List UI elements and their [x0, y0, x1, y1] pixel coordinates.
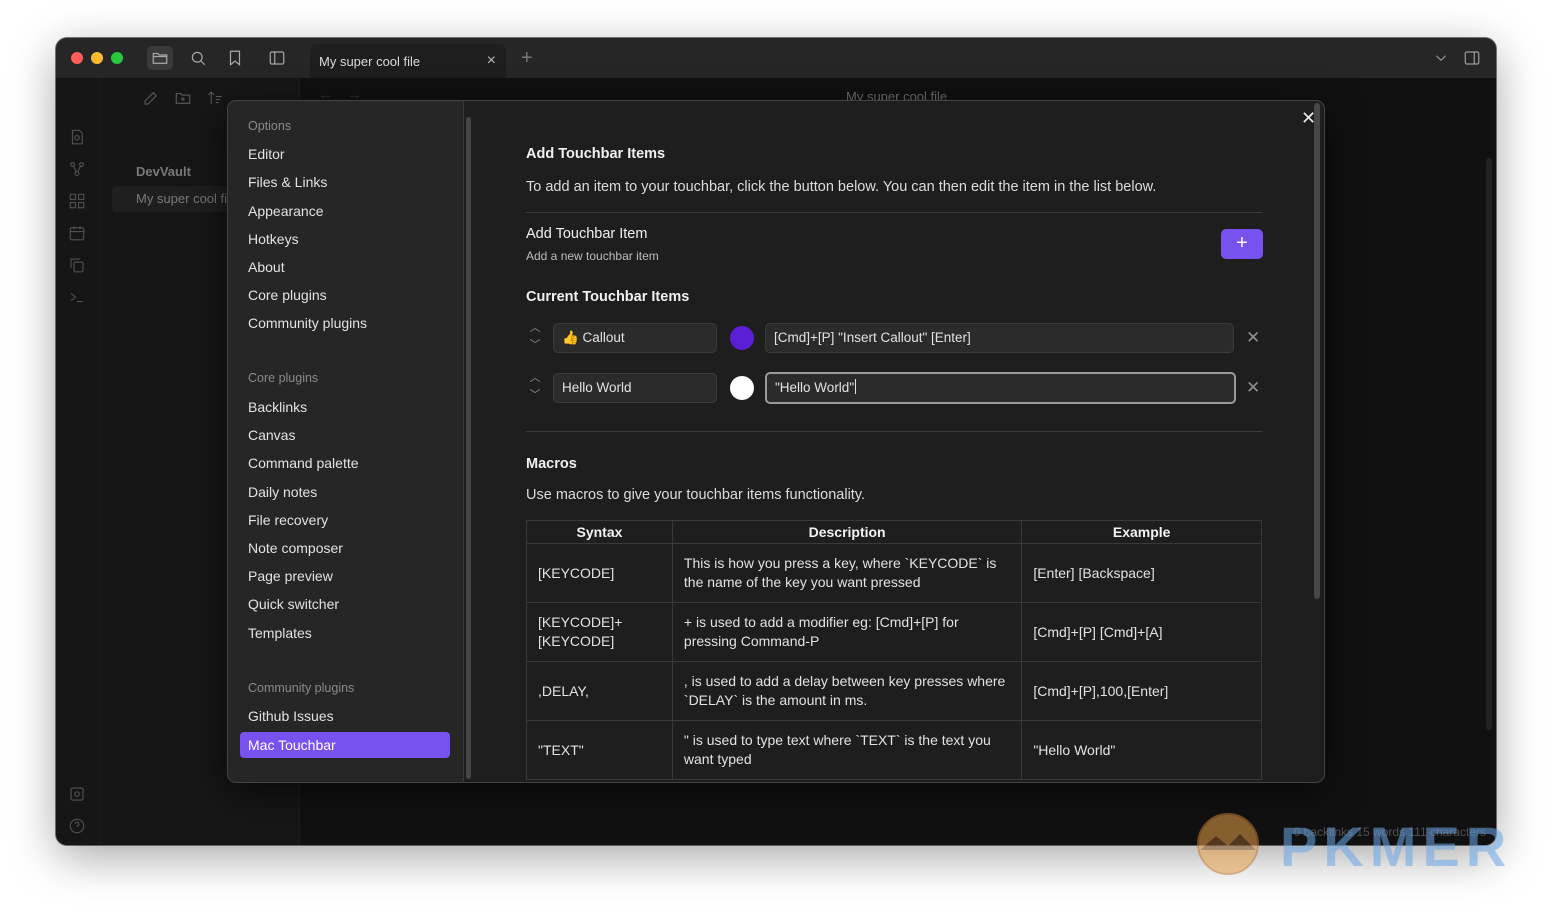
move-up-icon[interactable]: ︿: [528, 370, 542, 387]
syntax-cell: "TEXT": [526, 720, 673, 780]
macros-description: Use macros to give your touchbar items f…: [526, 487, 866, 503]
description-cell: " is used to type text where `TEXT` is t…: [671, 720, 1023, 780]
nav-note-composer[interactable]: Note composer: [240, 535, 450, 561]
close-tab-icon[interactable]: ×: [487, 52, 496, 70]
syntax-cell: [KEYCODE]: [526, 543, 673, 603]
nav-backlinks[interactable]: Backlinks: [240, 394, 450, 420]
community-plugins-section-header: Community plugins: [248, 681, 355, 695]
table-row: [KEYCODE]+[KEYCODE] + is used to add a m…: [526, 602, 1262, 662]
delete-item-icon[interactable]: ✕: [1246, 378, 1260, 398]
right-sidebar-toggle-icon[interactable]: [1463, 49, 1481, 72]
example-cell: [Enter] [Backspace]: [1021, 543, 1262, 603]
settings-modal: Options Editor Files & Links Appearance …: [227, 100, 1325, 783]
add-touchbar-item-button[interactable]: +: [1221, 229, 1263, 259]
item-reorder-arrows: ︿ ﹀: [528, 320, 542, 354]
folder-icon[interactable]: [147, 46, 173, 70]
text-caret: [855, 379, 857, 394]
column-header: Example: [1021, 520, 1262, 544]
nav-page-preview[interactable]: Page preview: [240, 563, 450, 589]
core-plugins-section-header: Core plugins: [248, 371, 319, 385]
description-cell: , is used to add a delay between key pre…: [671, 661, 1023, 721]
current-items-heading: Current Touchbar Items: [526, 289, 690, 305]
add-item-setting-desc: Add a new touchbar item: [526, 249, 659, 263]
new-tab-icon[interactable]: +: [521, 47, 533, 70]
title-bar: My super cool file × +: [56, 38, 1496, 78]
table-row: ,DELAY, , is used to add a delay between…: [526, 661, 1262, 721]
watermark-text: PKMER: [1280, 815, 1513, 878]
add-items-description: To add an item to your touchbar, click t…: [526, 179, 1157, 195]
item-color-picker[interactable]: [730, 326, 754, 350]
zoom-window-button[interactable]: [111, 52, 123, 64]
macros-heading: Macros: [526, 456, 577, 472]
syntax-cell: ,DELAY,: [526, 661, 673, 721]
nav-canvas[interactable]: Canvas: [240, 422, 450, 448]
nav-core-plugins[interactable]: Core plugins: [240, 282, 450, 308]
nav-daily-notes[interactable]: Daily notes: [240, 479, 450, 505]
item-label-input[interactable]: Hello World: [553, 373, 717, 403]
table-header-row: Syntax Description Example: [526, 520, 1262, 544]
nav-command-palette[interactable]: Command palette: [240, 450, 450, 476]
add-items-heading: Add Touchbar Items: [526, 146, 666, 162]
pkmer-logo-icon: [1197, 813, 1259, 875]
item-macro-input[interactable]: [Cmd]+[P] "Insert Callout" [Enter]: [765, 323, 1234, 353]
minimize-window-button[interactable]: [91, 52, 103, 64]
item-label-input[interactable]: 👍 Callout: [553, 323, 717, 353]
description-cell: This is how you press a key, where `KEYC…: [671, 543, 1023, 603]
table-row: "TEXT" " is used to type text where `TEX…: [526, 720, 1262, 780]
example-cell: [Cmd]+[P] [Cmd]+[A]: [1021, 602, 1262, 662]
table-row: [KEYCODE] This is how you press a key, w…: [526, 543, 1262, 603]
nav-templates[interactable]: Templates: [240, 620, 450, 646]
example-cell: [Cmd]+[P],100,[Enter]: [1021, 661, 1262, 721]
nav-about[interactable]: About: [240, 254, 450, 280]
move-down-icon[interactable]: ﹀: [528, 337, 542, 354]
pkmer-watermark: PKMER: [1188, 800, 1528, 885]
column-header: Syntax: [526, 520, 673, 544]
item-color-picker[interactable]: [730, 376, 754, 400]
nav-hotkeys[interactable]: Hotkeys: [240, 226, 450, 252]
nav-files-links[interactable]: Files & Links: [240, 169, 450, 195]
bookmark-icon[interactable]: [222, 46, 248, 70]
example-cell: "Hello World": [1021, 720, 1262, 780]
search-icon[interactable]: [185, 46, 211, 70]
move-up-icon[interactable]: ︿: [528, 320, 542, 337]
nav-appearance[interactable]: Appearance: [240, 198, 450, 224]
add-item-setting-name: Add Touchbar Item: [526, 226, 648, 242]
nav-editor[interactable]: Editor: [240, 141, 450, 167]
description-cell: + is used to add a modifier eg: [Cmd]+[P…: [671, 602, 1023, 662]
column-header: Description: [671, 520, 1023, 544]
nav-quick-switcher[interactable]: Quick switcher: [240, 591, 450, 617]
chevron-down-icon[interactable]: [1432, 49, 1450, 72]
sidebar-toggle-icon[interactable]: [264, 46, 290, 70]
content-scrollbar[interactable]: [1314, 103, 1320, 599]
divider: [526, 212, 1262, 213]
nav-mac-touchbar[interactable]: Mac Touchbar: [240, 732, 450, 758]
macro-input-value: "Hello World": [775, 380, 855, 395]
tab-title: My super cool file: [319, 53, 421, 69]
tab-current-file[interactable]: My super cool file ×: [310, 44, 506, 78]
close-window-button[interactable]: [71, 52, 83, 64]
macros-table: Syntax Description Example [KEYCODE] Thi…: [526, 520, 1262, 780]
syntax-cell: [KEYCODE]+[KEYCODE]: [526, 602, 673, 662]
settings-sidebar: Options Editor Files & Links Appearance …: [228, 101, 464, 782]
options-section-header: Options: [248, 119, 292, 133]
divider: [526, 431, 1262, 432]
item-macro-input-focused[interactable]: "Hello World": [765, 372, 1236, 404]
item-reorder-arrows: ︿ ﹀: [528, 370, 542, 404]
nav-community-plugins[interactable]: Community plugins: [240, 310, 450, 336]
delete-item-icon[interactable]: ✕: [1246, 328, 1260, 348]
move-down-icon[interactable]: ﹀: [528, 387, 542, 404]
nav-github-issues[interactable]: Github Issues: [240, 703, 450, 729]
sidebar-scrollbar[interactable]: [466, 117, 471, 779]
nav-file-recovery[interactable]: File recovery: [240, 507, 450, 533]
